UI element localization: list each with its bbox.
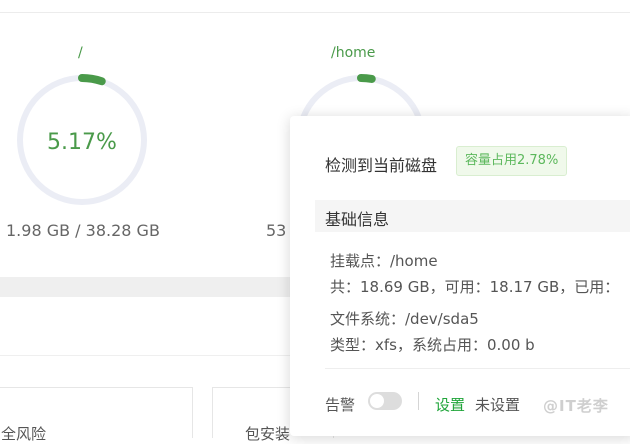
type-info: 类型：xfs，系统占用：0.00 b (330, 336, 535, 354)
disk-root-gauge[interactable]: 5.17% (15, 73, 149, 207)
alert-toggle[interactable] (368, 392, 402, 410)
popover-title: 检测到当前磁盘 (325, 156, 438, 175)
popover-footer-divider (325, 368, 630, 369)
disk-root-usage: 1.98 GB / 38.28 GB (6, 221, 160, 240)
alert-label: 告警 (325, 396, 356, 414)
footer-separator (418, 392, 419, 410)
capacity-usage-badge: 容量占用2.78% (456, 146, 568, 176)
top-divider (0, 12, 630, 13)
section-divider-band (0, 277, 300, 297)
capacity-info: 共：18.69 GB，可用：18.17 GB，已用： (330, 278, 620, 296)
watermark-logo: @IT老李 (543, 397, 609, 415)
package-install-card-label: 包安装 (245, 425, 291, 443)
alert-settings-link[interactable]: 设置 (435, 394, 465, 415)
mount-point-info: 挂载点：/home (330, 252, 438, 270)
alert-settings-status: 未设置 (475, 396, 521, 414)
disk-home-mount-label: /home (331, 45, 376, 61)
alert-toggle-knob (370, 394, 384, 408)
security-risk-card-label: 全风险 (1, 425, 47, 443)
disk-detail-popover: 检测到当前磁盘 容量占用2.78% 基础信息 挂载点：/home 共：18.69… (290, 116, 630, 436)
basic-info-section-title: 基础信息 (325, 210, 390, 229)
basic-info-section-header: 基础信息 (315, 200, 630, 232)
security-risk-card[interactable]: 全风险 (0, 387, 193, 443)
disk-home-usage-partial: 53 (266, 221, 287, 240)
disk-root-mount-label: / (78, 45, 83, 61)
disk-root-percent: 5.17% (47, 130, 117, 155)
section-separator (0, 355, 300, 356)
filesystem-info: 文件系统：/dev/sda5 (330, 310, 479, 328)
